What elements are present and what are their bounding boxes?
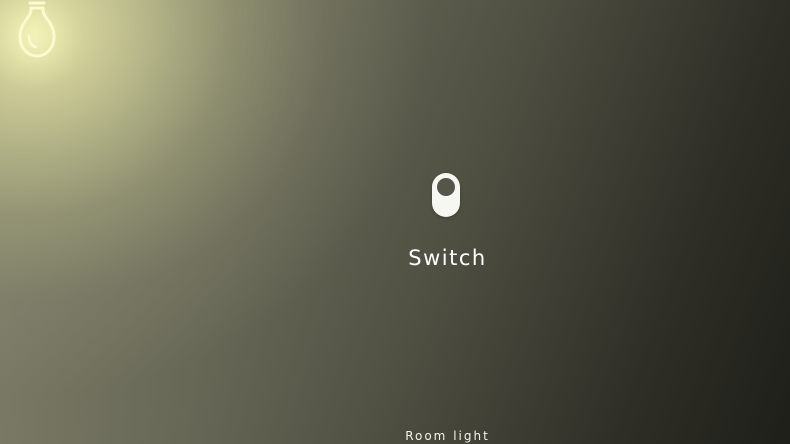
light-toggle-switch[interactable] <box>432 173 460 217</box>
switch-label: Switch <box>408 246 487 270</box>
light-bulb-icon <box>10 0 64 64</box>
switch-knob[interactable] <box>437 178 455 196</box>
room-scene: Switch Room light <box>0 0 790 444</box>
room-light-label: Room light <box>405 429 490 443</box>
